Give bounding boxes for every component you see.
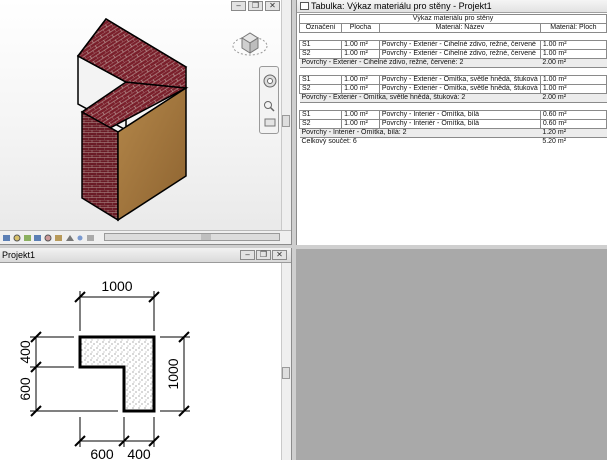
dim-bottom [74, 417, 160, 447]
table-row[interactable]: S2 1.00 m² Povrchy - Exteriér - Omítka, sv… [298, 84, 607, 94]
table-cell[interactable]: Povrchy - Exteriér - Omítka, světle hněd… [378, 84, 541, 94]
view-cube-icon[interactable] [230, 26, 270, 60]
plan-view-title: Projekt1 [2, 250, 36, 260]
3d-view-window[interactable]: ‒ ❐ ✕ [0, 0, 292, 245]
group-summary-row[interactable]: Povrchy - Interiér - Omítka, bílá: 2 1.20… [299, 128, 607, 138]
group-summary-value[interactable]: 1.20 m² [540, 128, 607, 138]
table-cell[interactable]: 1.00 m² [539, 84, 607, 94]
brick-side-face [81, 110, 119, 222]
plan-view-titlebar: Projekt1 ‒ ❐ ✕ [0, 248, 291, 263]
view-control-icons[interactable] [2, 233, 102, 243]
table-cell[interactable]: Povrchy - Exteriér - Omítka, světle hněd… [378, 75, 541, 85]
table-title: Výkaz materiálu pro stěny [299, 14, 607, 24]
scroll-thumb[interactable] [282, 115, 290, 127]
table-cell[interactable]: Povrchy - Exteriér - Cihelné zdivo, režn… [378, 49, 541, 59]
table-cell[interactable]: S2 [298, 119, 343, 129]
nav-menu-icon [264, 118, 276, 127]
column-header[interactable]: Materiál: Ploch [539, 23, 607, 33]
group-spacer [299, 67, 607, 76]
zoom-icon [264, 101, 272, 109]
group-summary-value[interactable]: 2.00 m² [540, 93, 607, 103]
group-spacer [299, 32, 607, 41]
vertical-scrollbar[interactable] [281, 263, 291, 460]
table-row[interactable]: S1 1.00 m² Povrchy - Exteriér - Omítka, sv… [298, 75, 607, 85]
table-row[interactable]: S2 1.00 m² Povrchy - Interiér - Omítka, bí… [298, 119, 607, 129]
vertical-scrollbar[interactable] [281, 0, 291, 230]
table-cell[interactable]: 1.00 m² [341, 84, 380, 94]
grand-total-label[interactable]: Celkový součet: 6 [300, 138, 541, 147]
horizontal-scrollbar[interactable] [104, 233, 280, 241]
spacer-cell [299, 67, 607, 76]
grand-total-row[interactable]: Celkový součet: 6 5.20 m² [300, 138, 607, 147]
group-summary-label[interactable]: Povrchy - Exteriér - Omítka, světle hněd… [299, 93, 541, 103]
dim-label-bottom-left: 600 [90, 446, 114, 460]
schedule-window[interactable]: Tabulka: Výkaz materiálu pro stěny - Pro… [296, 0, 607, 245]
dim-label-right: 1000 [165, 358, 181, 389]
schedule-window-title: Tabulka: Výkaz materiálu pro stěny - Pro… [311, 1, 492, 11]
group-summary-row[interactable]: Povrchy - Exteriér - Omítka, světle hněd… [299, 93, 607, 103]
dim-label-top: 1000 [101, 278, 132, 294]
wall-plan-shape [78, 335, 156, 413]
table-cell[interactable]: 1.00 m² [341, 110, 380, 120]
table-cell[interactable]: 1.00 m² [341, 49, 380, 59]
minimize-button[interactable]: ‒ [240, 250, 255, 260]
scroll-thumb[interactable] [201, 234, 211, 240]
navigation-bar[interactable] [259, 66, 279, 134]
table-cell[interactable]: 0.60 m² [539, 119, 607, 129]
column-header[interactable]: Materiál: Název [378, 23, 541, 33]
floor-plan-canvas[interactable]: 1000 400 600 1000 600 400 [0, 263, 281, 460]
table-cell[interactable]: S1 [298, 40, 343, 50]
column-header[interactable]: Označení [298, 23, 343, 33]
table-cell[interactable]: 1.00 m² [539, 40, 607, 50]
restore-button[interactable]: ❐ [256, 250, 271, 260]
group-summary-value[interactable]: 2.00 m² [540, 58, 607, 68]
table-row[interactable]: S1 1.00 m² Povrchy - Interiér - Omítka, bí… [298, 110, 607, 120]
plan-view-window[interactable]: Projekt1 ‒ ❐ ✕ 1000 400 600 1000 600 400 [0, 248, 292, 460]
table-cell[interactable]: Povrchy - Interiér - Omítka, bílá [378, 119, 541, 129]
group-summary-row[interactable]: Povrchy - Exteriér - Cihelné zdivo, režn… [299, 58, 607, 68]
table-cell[interactable]: 1.00 m² [539, 49, 607, 59]
table-cell[interactable]: 1.00 m² [539, 75, 607, 85]
schedule-icon [300, 2, 309, 10]
scroll-thumb[interactable] [282, 367, 290, 379]
spacer-cell [299, 102, 607, 111]
column-header[interactable]: Plocha [341, 23, 380, 33]
dim-label-left-upper: 400 [17, 340, 33, 364]
close-button[interactable]: ✕ [272, 250, 287, 260]
table-cell[interactable]: 1.00 m² [341, 75, 380, 85]
table-cell[interactable]: 1.00 m² [341, 119, 380, 129]
table-row[interactable]: S2 1.00 m² Povrchy - Exteriér - Cihelné zd… [298, 49, 607, 59]
table-cell[interactable]: 0.60 m² [539, 110, 607, 120]
table-cell[interactable]: S1 [298, 75, 343, 85]
table-cell[interactable]: S2 [298, 49, 343, 59]
table-cell[interactable]: Povrchy - Exteriér - Cihelné zdivo, režn… [378, 40, 541, 50]
group-summary-label[interactable]: Povrchy - Interiér - Omítka, bílá: 2 [299, 128, 541, 138]
dim-label-left-lower: 600 [17, 377, 33, 401]
table-cell[interactable]: S1 [298, 110, 343, 120]
schedule-table[interactable]: Výkaz materiálu pro stěny Označení Ploch… [298, 14, 607, 147]
grand-total-value[interactable]: 5.20 m² [540, 138, 606, 147]
dim-label-bottom-right: 400 [127, 446, 151, 460]
table-cell[interactable]: S2 [298, 84, 343, 94]
view-control-bar [0, 230, 291, 244]
dim-top [74, 291, 160, 331]
table-cell[interactable]: 1.00 m² [341, 40, 380, 50]
spacer-cell [299, 32, 607, 41]
empty-workspace [296, 249, 607, 460]
table-row[interactable]: S1 1.00 m² Povrchy - Exteriér - Cihelné zd… [298, 40, 607, 50]
group-summary-label[interactable]: Povrchy - Exteriér - Cihelné zdivo, režn… [299, 58, 541, 68]
table-cell[interactable]: Povrchy - Interiér - Omítka, bílá [378, 110, 541, 120]
group-spacer [299, 102, 607, 111]
schedule-titlebar: Tabulka: Výkaz materiálu pro stěny - Pro… [297, 0, 607, 13]
